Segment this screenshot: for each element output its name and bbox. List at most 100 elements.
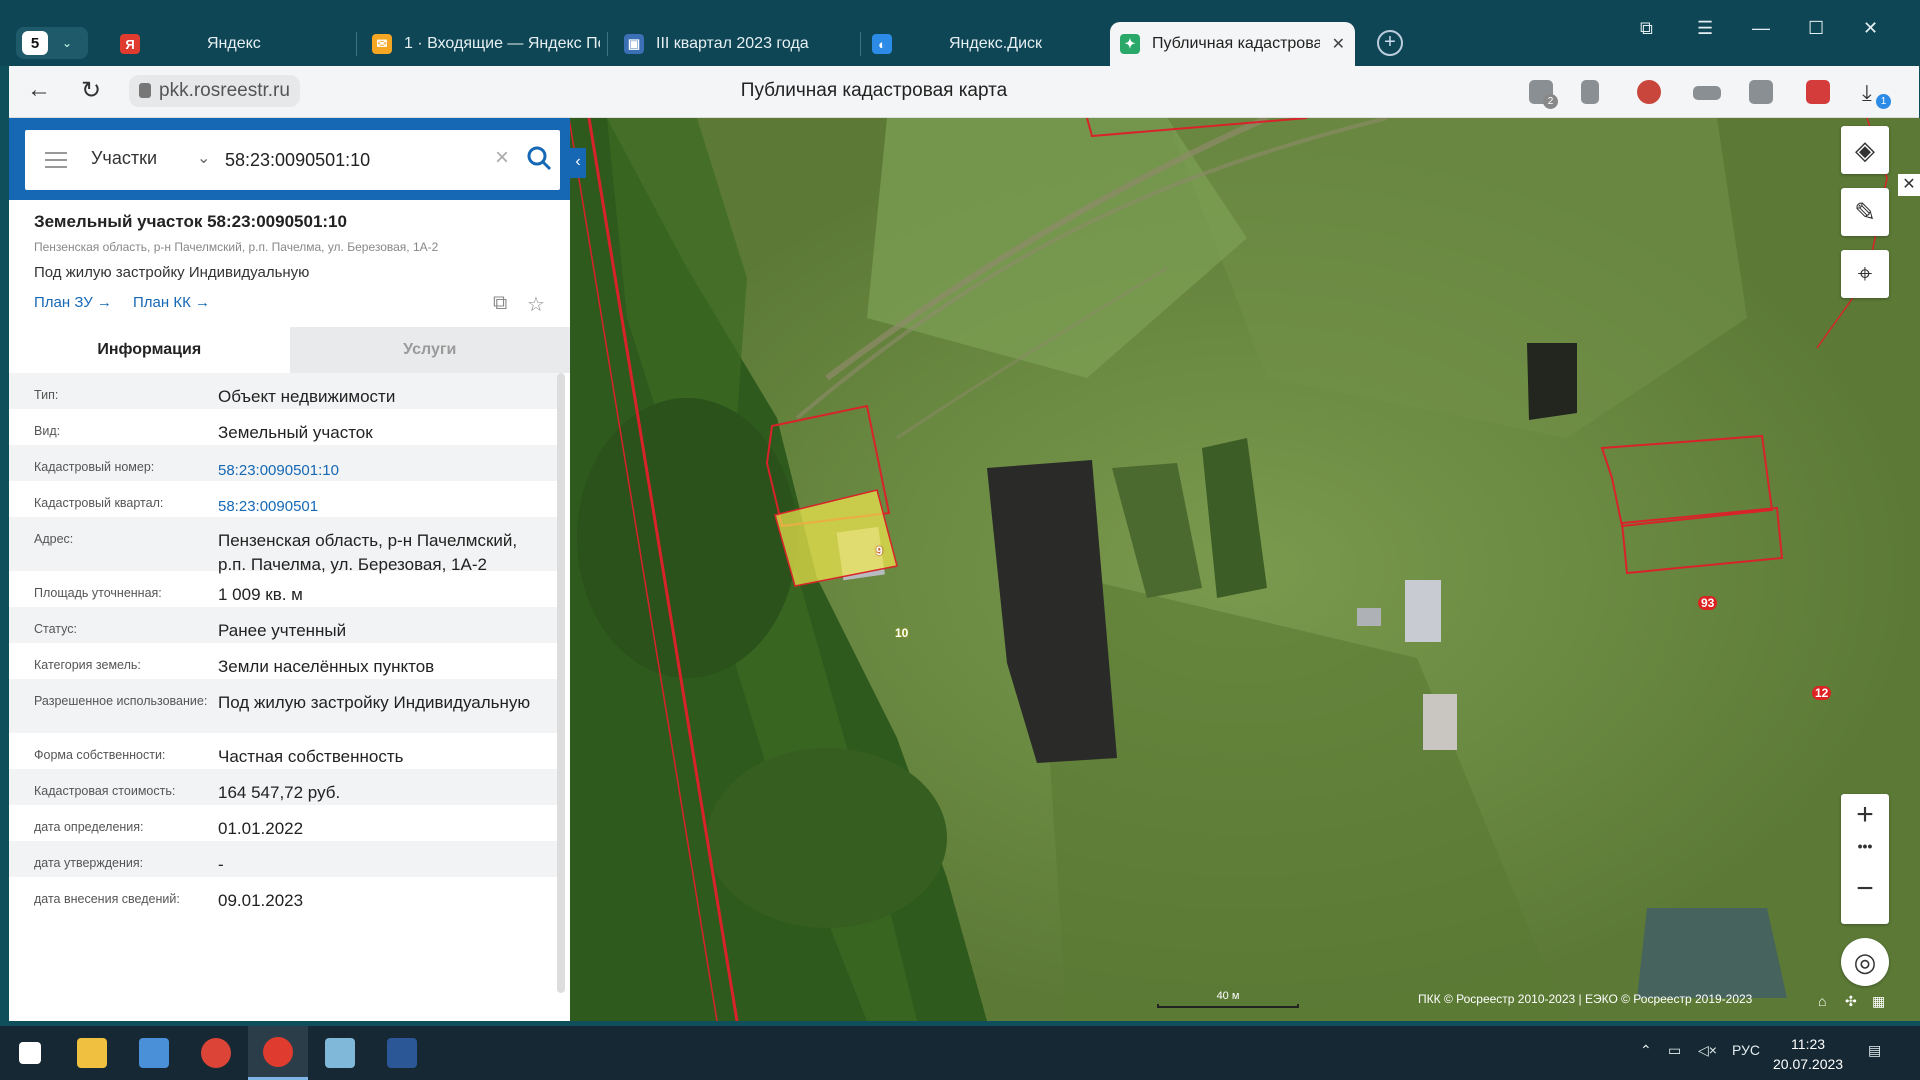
word-icon[interactable] (372, 1026, 432, 1080)
crosshair-icon[interactable]: ✣ (1845, 993, 1857, 1010)
tab-disk[interactable]: ◐ Яндекс.Диск (872, 22, 1102, 66)
info-row-value: 01.01.2022 (218, 819, 304, 838)
tab-yandex[interactable]: Я Яндекс (120, 22, 360, 66)
tab-mail[interactable]: ✉ 1 · Входящие — Яндекс Почта (372, 22, 600, 66)
info-row-label: дата определения: (34, 820, 144, 834)
info-row-label: Тип: (34, 388, 59, 402)
map-view[interactable]: ◈ ✎ ⌖ ◎ (567, 118, 1920, 1021)
close-side-icon[interactable]: ✕ (1898, 174, 1920, 196)
info-row-link[interactable]: 58:23:0090501 (218, 481, 539, 519)
info-row-value: Под жилую застройку Индивидуальную (218, 693, 531, 712)
info-row: дата внесения сведений: 09.01.2023 (9, 877, 557, 931)
disk-icon: ◐ (872, 34, 892, 54)
search-box: Участки ⌄ × (25, 130, 560, 190)
notepad-icon[interactable] (310, 1026, 370, 1080)
calculator-icon[interactable] (124, 1026, 184, 1080)
info-row-link[interactable]: 58:23:0090501:10 (218, 445, 539, 483)
address-bar: ← ↻ pkk.rosreestr.ru Публичная кадастров… (9, 66, 1919, 118)
file-explorer-icon[interactable] (62, 1026, 122, 1080)
chevron-down-icon[interactable]: ⌄ (197, 148, 210, 168)
close-window-icon[interactable]: ✕ (1863, 18, 1878, 39)
object-use: Под жилую застройку Индивидуальную (34, 264, 310, 281)
tree-cluster (577, 398, 797, 678)
clock-date: 20.07.2023 (1773, 1056, 1844, 1072)
clock[interactable]: 11:23 20.07.2023 (1773, 1034, 1843, 1074)
reader-icon[interactable] (1693, 86, 1721, 100)
search-type-select[interactable]: Участки (91, 148, 157, 169)
protect-icon[interactable]: 2 (1529, 80, 1558, 109)
layers-icon[interactable]: ◈ (1841, 126, 1889, 174)
scrollbar[interactable] (557, 373, 565, 993)
info-row-label: Площадь уточненная: (34, 586, 162, 600)
bookmark-icon[interactable] (1581, 80, 1599, 104)
info-row-label: дата утверждения: (34, 856, 144, 870)
map-copyright: ПКК © Росреестр 2010-2023 | ЕЭКО © Росре… (1418, 992, 1753, 1006)
menu-icon[interactable]: ☰ (1697, 18, 1713, 39)
info-row: Площадь уточненная: 1 009 кв. м (9, 571, 557, 607)
ruler-icon[interactable]: ✎ (1841, 188, 1889, 236)
zoom-control: + ••• − (1841, 794, 1889, 924)
scale-label: 40 м (1216, 990, 1240, 1002)
locate-icon[interactable]: ⌖ (1841, 250, 1889, 298)
info-row-value: 09.01.2023 (218, 891, 304, 910)
download-icon[interactable]: ⤓ 1 (1862, 80, 1891, 109)
protect-badge: 2 (1543, 94, 1558, 109)
info-row-value: Ранее учтенный (218, 621, 347, 640)
info-row-label: Статус: (34, 622, 77, 636)
plan-kk-link[interactable]: План КК → (133, 294, 210, 311)
compass-icon[interactable]: ◎ (1841, 938, 1889, 986)
new-tab-button[interactable]: + (1377, 30, 1403, 56)
info-row: Тип: Объект недвижимости (9, 373, 557, 409)
search-input[interactable] (225, 145, 485, 175)
clear-search-icon[interactable]: × (495, 144, 509, 172)
tab-cadastral-map[interactable]: ✦ Публичная кадастровая карта ✕ (1110, 22, 1355, 66)
extension-icon[interactable] (1637, 80, 1661, 104)
plan-zu-link[interactable]: План ЗУ → (34, 294, 112, 311)
info-row-label: Разрешенное использование: (34, 694, 208, 708)
search-icon[interactable] (525, 144, 553, 172)
tab-quarter[interactable]: ▣ III квартал 2023 года (624, 22, 854, 66)
scale-bar (1157, 1004, 1299, 1008)
menu-icon[interactable] (45, 152, 67, 168)
network-icon[interactable]: ▭ (1668, 1042, 1681, 1059)
maximize-icon[interactable]: ☐ (1808, 18, 1824, 39)
minimize-icon[interactable]: — (1752, 18, 1770, 39)
mail-icon: ✉ (372, 34, 392, 54)
chrome-icon[interactable] (186, 1026, 246, 1080)
zoom-more-button[interactable]: ••• (1841, 838, 1889, 854)
tab-separator (860, 32, 861, 56)
info-row: дата определения: 01.01.2022 (9, 805, 557, 841)
minimap-icon[interactable]: ▦ (1872, 993, 1885, 1010)
bookmarks-panel-icon[interactable]: ⧉ (1640, 18, 1653, 39)
yandex-browser-icon[interactable] (248, 1026, 308, 1080)
chevron-down-icon: ⌄ (62, 36, 73, 50)
parcel-label-10: 10 (895, 626, 909, 640)
tab-information[interactable]: Информация (9, 327, 290, 373)
close-tab-icon[interactable]: ✕ (1332, 34, 1345, 54)
tab-separator (356, 32, 357, 56)
tab-label: Яндекс (207, 35, 261, 52)
volume-icon[interactable]: ◁× (1698, 1042, 1717, 1059)
notifications-icon[interactable]: ▤ (1868, 1042, 1881, 1059)
parcel-label-12: 12 (1812, 686, 1832, 700)
windows-start-icon[interactable] (0, 1026, 60, 1080)
star-icon[interactable]: ☆ (527, 292, 549, 316)
info-row-label: Вид: (34, 424, 61, 438)
collections-icon[interactable] (1749, 80, 1773, 104)
tab-counter-button[interactable]: 5 ⌄ (16, 27, 88, 59)
info-row-value: 1 009 кв. м (218, 585, 303, 604)
info-row: Разрешенное использование: Под жилую заст… (9, 679, 557, 733)
download-badge: 1 (1876, 94, 1891, 109)
language-indicator[interactable]: РУС (1732, 1042, 1760, 1058)
chevron-up-icon[interactable]: ⌃ (1640, 1042, 1652, 1059)
parcel-label-9: 9 (876, 544, 883, 558)
info-row-label: Адрес: (34, 532, 74, 546)
zoom-out-button[interactable]: − (1841, 872, 1889, 906)
tab-services[interactable]: Услуги (289, 327, 570, 373)
collapse-panel-button[interactable]: ‹ (570, 148, 586, 178)
yandex-icon: Я (120, 34, 140, 54)
zoom-to-object-icon[interactable]: ⧉ (493, 292, 515, 314)
home-icon[interactable]: ⌂ (1818, 993, 1826, 1009)
zoom-in-button[interactable]: + (1841, 798, 1889, 832)
pdf-extension-icon[interactable] (1806, 80, 1830, 104)
